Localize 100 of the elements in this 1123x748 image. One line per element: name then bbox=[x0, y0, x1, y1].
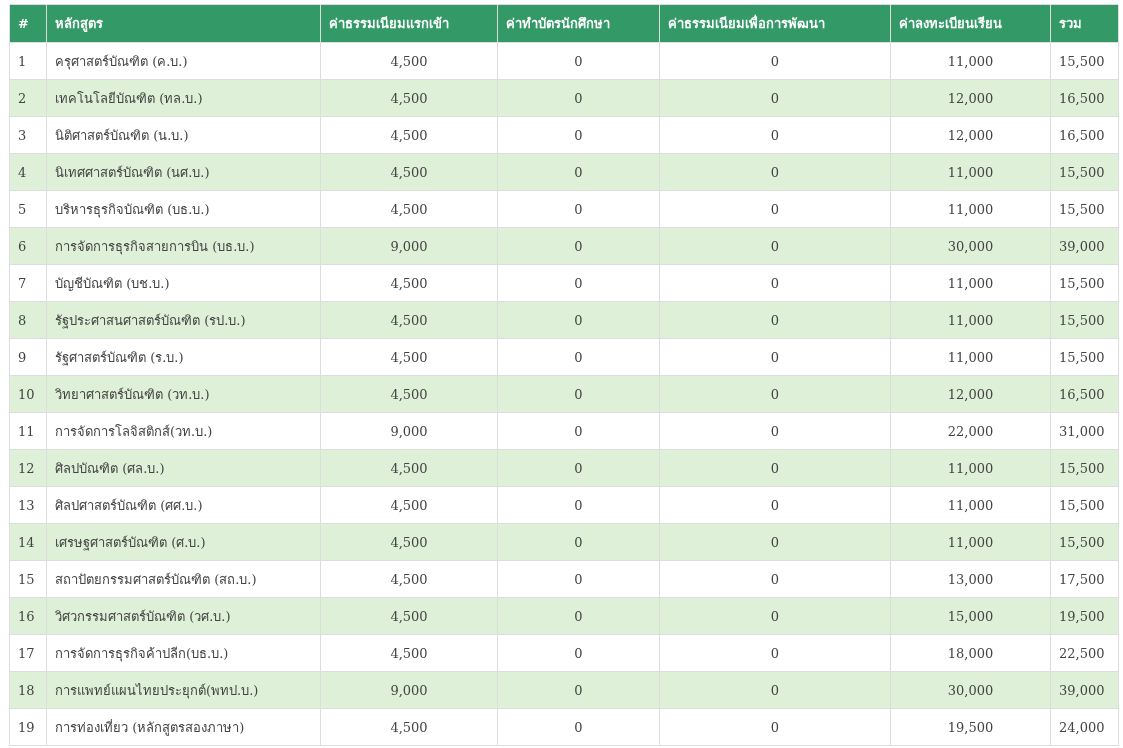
table-cell: 0 bbox=[497, 523, 660, 561]
table-cell: 4,500 bbox=[320, 634, 498, 672]
table-cell: 11,000 bbox=[890, 449, 1051, 487]
table-cell: 4,500 bbox=[320, 449, 498, 487]
table-cell: 11,000 bbox=[890, 42, 1051, 80]
table-cell: 1 bbox=[9, 42, 47, 80]
table-cell: 11,000 bbox=[890, 301, 1051, 339]
table-cell: 4,500 bbox=[320, 375, 498, 413]
table-cell: 0 bbox=[659, 42, 891, 80]
column-header: ค่าลงทะเบียนเรียน bbox=[890, 4, 1051, 43]
table-cell: 15 bbox=[9, 560, 47, 598]
table-cell: 0 bbox=[659, 486, 891, 524]
table-cell: 0 bbox=[659, 153, 891, 191]
table-cell: 4,500 bbox=[320, 79, 498, 117]
table-cell: 0 bbox=[497, 338, 660, 376]
column-header: ค่าทำบัตรนักศึกษา bbox=[497, 4, 660, 43]
table-cell: 0 bbox=[497, 560, 660, 598]
table-cell: 19 bbox=[9, 708, 47, 746]
table-cell: การท่องเที่ยว (หลักสูตรสองภาษา) bbox=[46, 708, 321, 746]
table-cell: 4,500 bbox=[320, 523, 498, 561]
table-cell: 0 bbox=[659, 597, 891, 635]
table-cell: รัฐประศาสนศาสตร์บัณฑิต (รป.บ.) bbox=[46, 301, 321, 339]
table-cell: 11 bbox=[9, 412, 47, 450]
table-cell: 4,500 bbox=[320, 486, 498, 524]
table-cell: วิทยาศาสตร์บัณฑิต (วท.บ.) bbox=[46, 375, 321, 413]
table-cell: 0 bbox=[659, 449, 891, 487]
table-cell: 11,000 bbox=[890, 486, 1051, 524]
table-cell: 15,000 bbox=[890, 597, 1051, 635]
table-cell: 0 bbox=[659, 227, 891, 265]
table-cell: 15,500 bbox=[1050, 190, 1119, 228]
table-cell: 0 bbox=[497, 301, 660, 339]
column-header: ค่าธรรมเนียมแรกเข้า bbox=[320, 4, 498, 43]
table-cell: 4,500 bbox=[320, 116, 498, 154]
table-cell: 4,500 bbox=[320, 597, 498, 635]
table-cell: 30,000 bbox=[890, 671, 1051, 709]
table-cell: ศิลปบัณฑิต (ศล.บ.) bbox=[46, 449, 321, 487]
table-cell: 4,500 bbox=[320, 560, 498, 598]
table-cell: 10 bbox=[9, 375, 47, 413]
table-cell: 16 bbox=[9, 597, 47, 635]
table-cell: เทคโนโลยีบัณฑิต (ทล.บ.) bbox=[46, 79, 321, 117]
table-cell: 39,000 bbox=[1050, 227, 1119, 265]
table-cell: นิติศาสตร์บัณฑิต (น.บ.) bbox=[46, 116, 321, 154]
table-cell: 12,000 bbox=[890, 79, 1051, 117]
table-cell: 0 bbox=[659, 116, 891, 154]
table-cell: 0 bbox=[497, 449, 660, 487]
table-cell: 13,000 bbox=[890, 560, 1051, 598]
table-cell: 0 bbox=[659, 560, 891, 598]
table-cell: เศรษฐศาสตร์บัณฑิต (ศ.บ.) bbox=[46, 523, 321, 561]
table-cell: 11,000 bbox=[890, 338, 1051, 376]
table-cell: บริหารธุรกิจบัณฑิต (บธ.บ.) bbox=[46, 190, 321, 228]
table-cell: รัฐศาสตร์บัณฑิต (ร.บ.) bbox=[46, 338, 321, 376]
table-cell: 0 bbox=[659, 375, 891, 413]
table-cell: ครุศาสตร์บัณฑิต (ค.บ.) bbox=[46, 42, 321, 80]
table-cell: 8 bbox=[9, 301, 47, 339]
table-cell: 18,000 bbox=[890, 634, 1051, 672]
table-cell: 15,500 bbox=[1050, 153, 1119, 191]
table-cell: 0 bbox=[497, 42, 660, 80]
table-cell: 0 bbox=[497, 116, 660, 154]
table-cell: 16,500 bbox=[1050, 116, 1119, 154]
table-cell: 4,500 bbox=[320, 153, 498, 191]
table-cell: 11,000 bbox=[890, 190, 1051, 228]
table-cell: 5 bbox=[9, 190, 47, 228]
table-cell: 0 bbox=[497, 190, 660, 228]
table-cell: 7 bbox=[9, 264, 47, 302]
table-cell: 16,500 bbox=[1050, 79, 1119, 117]
table-cell: 11,000 bbox=[890, 523, 1051, 561]
table-cell: 0 bbox=[659, 190, 891, 228]
table-cell: 0 bbox=[497, 153, 660, 191]
table-cell: 12 bbox=[9, 449, 47, 487]
table-cell: 12,000 bbox=[890, 116, 1051, 154]
table-cell: 24,000 bbox=[1050, 708, 1119, 746]
table-cell: 17,500 bbox=[1050, 560, 1119, 598]
table-cell: การแพทย์แผนไทยประยุกต์(พทป.บ.) bbox=[46, 671, 321, 709]
table-cell: 19,500 bbox=[1050, 597, 1119, 635]
table-cell: นิเทศศาสตร์บัณฑิต (นศ.บ.) bbox=[46, 153, 321, 191]
table-cell: สถาปัตยกรรมศาสตร์บัณฑิต (สถ.บ.) bbox=[46, 560, 321, 598]
table-cell: 9,000 bbox=[320, 227, 498, 265]
column-header: รวม bbox=[1050, 4, 1119, 43]
table-cell: 4,500 bbox=[320, 338, 498, 376]
table-cell: 9 bbox=[9, 338, 47, 376]
column-header: # bbox=[9, 4, 47, 43]
table-cell: 4 bbox=[9, 153, 47, 191]
table-cell: 0 bbox=[497, 227, 660, 265]
table-cell: 0 bbox=[659, 264, 891, 302]
table-cell: 16,500 bbox=[1050, 375, 1119, 413]
table-cell: 4,500 bbox=[320, 301, 498, 339]
table-cell: 12,000 bbox=[890, 375, 1051, 413]
table-cell: 0 bbox=[497, 597, 660, 635]
column-header: ค่าธรรมเนียมเพื่อการพัฒนา bbox=[659, 4, 891, 43]
table-cell: 17 bbox=[9, 634, 47, 672]
table-cell: 39,000 bbox=[1050, 671, 1119, 709]
table-cell: วิศวกรรมศาสตร์บัณฑิต (วศ.บ.) bbox=[46, 597, 321, 635]
table-cell: 0 bbox=[659, 412, 891, 450]
table-cell: 4,500 bbox=[320, 42, 498, 80]
table-cell: 19,500 bbox=[890, 708, 1051, 746]
table-cell: 15,500 bbox=[1050, 264, 1119, 302]
table-cell: 0 bbox=[659, 79, 891, 117]
table-cell: 0 bbox=[497, 375, 660, 413]
table-cell: 2 bbox=[9, 79, 47, 117]
table-cell: 22,000 bbox=[890, 412, 1051, 450]
